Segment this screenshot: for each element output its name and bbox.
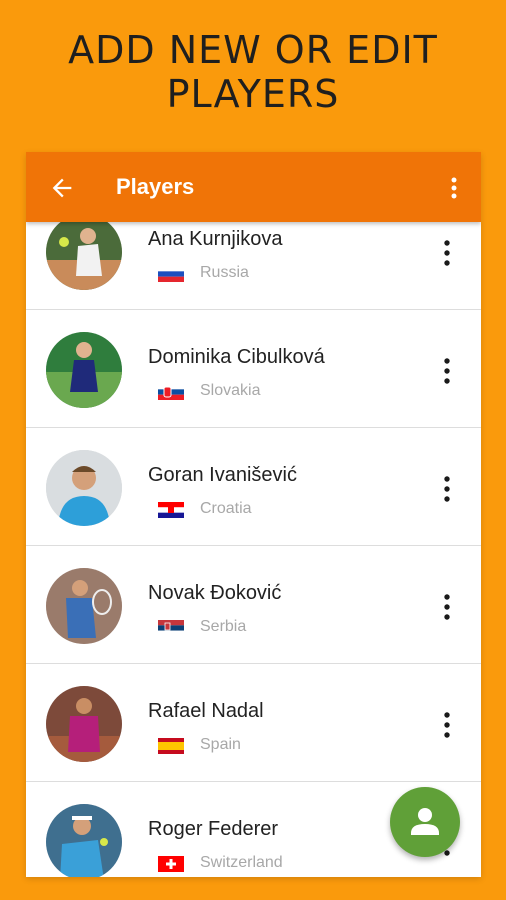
avatar xyxy=(46,568,122,644)
player-name: Goran Ivanišević xyxy=(148,464,297,486)
switzerland-flag-icon xyxy=(158,856,184,872)
row-menu-button[interactable] xyxy=(441,592,453,622)
row-menu-button[interactable] xyxy=(441,710,453,740)
avatar xyxy=(46,804,122,877)
overflow-menu-button[interactable] xyxy=(445,174,463,202)
more-vert-icon xyxy=(444,476,450,502)
player-name: Dominika Cibulková xyxy=(148,346,325,368)
list-item[interactable]: Goran Ivanišević Croatia xyxy=(26,428,481,546)
player-country: Serbia xyxy=(200,618,247,635)
player-name: Roger Federer xyxy=(148,818,279,840)
more-vert-icon xyxy=(444,240,450,266)
avatar xyxy=(46,450,122,526)
player-country: Croatia xyxy=(200,500,252,517)
list-item[interactable]: Ana Kurnjikova Russia xyxy=(26,222,481,310)
players-list[interactable]: Ana Kurnjikova Russia Dominika Cibulková… xyxy=(26,222,481,877)
avatar xyxy=(46,332,122,408)
player-name: Novak Đoković xyxy=(148,582,282,604)
player-country: Switzerland xyxy=(200,854,283,871)
player-country: Russia xyxy=(200,264,249,281)
russia-flag-icon xyxy=(158,266,184,282)
row-menu-button[interactable] xyxy=(441,356,453,386)
more-vert-icon xyxy=(444,594,450,620)
slovakia-flag-icon xyxy=(158,384,184,400)
promo-title-line1: ADD NEW OR EDIT xyxy=(68,28,438,72)
spain-flag-icon xyxy=(158,738,184,754)
back-button[interactable] xyxy=(48,174,76,202)
player-name: Rafael Nadal xyxy=(148,700,264,722)
player-country: Spain xyxy=(200,736,241,753)
row-menu-button[interactable] xyxy=(441,474,453,504)
app-bar: Players xyxy=(26,152,481,222)
add-person-icon xyxy=(411,808,439,835)
row-menu-button[interactable] xyxy=(441,238,453,268)
add-player-button[interactable] xyxy=(390,787,460,857)
player-name: Ana Kurnjikova xyxy=(148,228,283,250)
list-item[interactable]: Dominika Cibulková Slovakia xyxy=(26,310,481,428)
serbia-flag-icon xyxy=(158,620,184,636)
list-item[interactable]: Rafael Nadal Spain xyxy=(26,664,481,782)
more-vert-icon xyxy=(444,712,450,738)
avatar xyxy=(46,686,122,762)
player-country: Slovakia xyxy=(200,382,261,399)
list-item[interactable]: Novak Đoković Serbia xyxy=(26,546,481,664)
more-vert-icon xyxy=(451,177,457,199)
arrow-left-icon xyxy=(52,178,72,198)
promo-title-line2: PLAYERS xyxy=(166,72,340,116)
croatia-flag-icon xyxy=(158,502,184,518)
page-title: Players xyxy=(116,174,195,199)
app-screen: Players Ana Kurnjikova Russia Dominika C… xyxy=(26,152,481,877)
more-vert-icon xyxy=(444,358,450,384)
avatar xyxy=(46,222,122,290)
promo-title: ADD NEW OR EDIT PLAYERS xyxy=(0,28,506,116)
